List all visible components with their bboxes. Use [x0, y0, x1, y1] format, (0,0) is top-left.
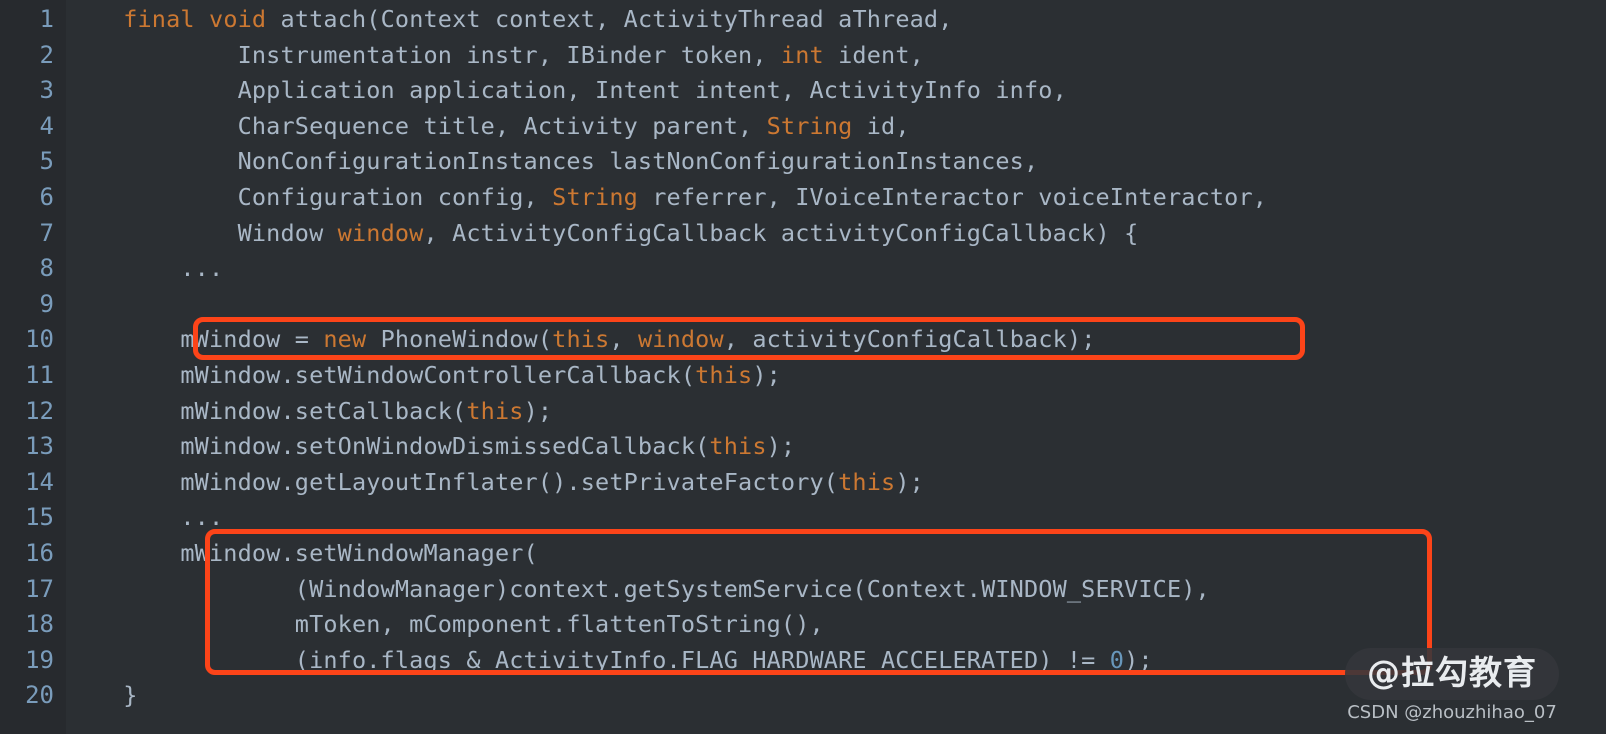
code-token: window: [637, 325, 724, 354]
code-token: CharSequence title, Activity parent,: [66, 111, 767, 140]
code-token: attach(Context context, ActivityThread a…: [266, 5, 953, 33]
code-token: );: [752, 361, 781, 389]
code-token: ...: [66, 254, 224, 283]
watermark-pill: @拉勾教育: [1345, 648, 1559, 700]
code-line: Instrumentation instr, IBinder token, in…: [66, 38, 924, 74]
line-number: 8: [39, 254, 54, 283]
line-number: 18: [25, 610, 54, 639]
code-line: mToken, mComponent.flattenToString(),: [66, 607, 824, 643]
code-token: final: [123, 5, 195, 33]
code-line: Window window, ActivityConfigCallback ac…: [66, 216, 1139, 252]
line-number-gutter: 1 2 3 4 5 6 7 8 9 10 11 12 13 14 15 16 17 18 19 20: [0, 0, 66, 734]
line-number: 2: [39, 40, 54, 69]
watermark: @拉勾教育 CSDN @zhouzhihao_07: [1345, 648, 1559, 725]
code-token: NonConfigurationInstances lastNonConfigu…: [66, 147, 1039, 176]
code-line: Configuration config, String referrer, I…: [66, 180, 1267, 216]
code-line: ...: [66, 500, 223, 536]
watermark-brand: @拉勾教育: [1367, 653, 1537, 692]
line-number: 16: [25, 539, 54, 567]
code-token: new: [323, 325, 367, 354]
line-number: 6: [39, 183, 54, 211]
code-token: this: [466, 396, 524, 425]
code-line: mWindow.setCallback(this);: [66, 394, 552, 430]
line-number: 1: [39, 5, 54, 33]
code-token: String: [552, 183, 638, 211]
code-token: String: [766, 111, 853, 140]
code-line: mWindow = new PhoneWindow(this, window, …: [66, 322, 1096, 358]
code-line: mWindow.getLayoutInflater().setPrivateFa…: [66, 465, 924, 501]
code-token: Application application, Intent intent, …: [66, 76, 1067, 105]
line-number: 3: [39, 76, 54, 105]
code-line: (WindowManager)context.getSystemService(…: [66, 572, 1210, 608]
code-line: mWindow.setOnWindowDismissedCallback(thi…: [66, 429, 795, 465]
code-token: mWindow.setWindowManager(: [66, 539, 538, 567]
line-number: 7: [39, 218, 54, 247]
code-line: mWindow.setWindowManager(: [66, 536, 538, 572]
code-token: }: [66, 681, 138, 710]
code-token: , activityConfigCallback);: [723, 325, 1096, 354]
line-number: 19: [25, 645, 54, 674]
code-token: Instrumentation instr, IBinder token,: [66, 40, 781, 69]
line-number: 4: [39, 111, 54, 140]
code-token: (WindowManager)context.getSystemService(…: [66, 574, 1210, 603]
code-line: CharSequence title, Activity parent, Str…: [66, 109, 910, 145]
code-token: (info.flags & ActivityInfo.FLAG_HARDWARE…: [66, 645, 1110, 674]
watermark-author: CSDN @zhouzhihao_07: [1347, 702, 1557, 723]
code-token: Configuration config,: [66, 183, 553, 211]
code-token: referrer, IVoiceInteractor voiceInteract…: [637, 183, 1268, 211]
code-line: (info.flags & ActivityInfo.FLAG_HARDWARE…: [66, 643, 1153, 679]
code-token: this: [838, 467, 896, 496]
code-token: mWindow =: [66, 325, 324, 354]
code-token: mWindow.setWindowControllerCallback(: [66, 361, 696, 389]
code-content: final void attach(Context context, Activ…: [66, 0, 1606, 734]
code-token: 0: [1109, 645, 1125, 674]
code-token: mWindow.setOnWindowDismissedCallback(: [66, 432, 710, 461]
code-token: this: [709, 432, 767, 461]
line-number: 12: [25, 396, 54, 425]
code-token: , ActivityConfigCallback activityConfigC…: [423, 218, 1139, 247]
code-line: Application application, Intent intent, …: [66, 73, 1067, 109]
line-number: 5: [39, 147, 54, 176]
code-token: PhoneWindow(: [366, 325, 553, 354]
code-token: id,: [852, 111, 910, 140]
code-line: ...: [66, 251, 223, 287]
code-token: );: [523, 396, 553, 425]
line-number: 17: [25, 574, 54, 603]
code-token: Window: [66, 218, 338, 247]
line-number: 20: [25, 681, 54, 710]
code-token: );: [766, 432, 796, 461]
code-token: int: [780, 40, 824, 69]
code-token: ident,: [823, 40, 924, 69]
line-number: 10: [25, 325, 54, 354]
line-number: 14: [25, 467, 54, 496]
code-line: final void attach(Context context, Activ…: [66, 2, 953, 38]
code-token: window: [337, 218, 424, 247]
line-number: 15: [25, 503, 54, 532]
code-token: );: [895, 467, 924, 496]
code-token: mWindow.getLayoutInflater().setPrivateFa…: [66, 467, 839, 496]
code-line: }: [66, 678, 138, 714]
line-number: 9: [39, 289, 54, 318]
code-line: mWindow.setWindowControllerCallback(this…: [66, 358, 781, 394]
line-number: 13: [25, 432, 54, 461]
code-token: mToken, mComponent.flattenToString(),: [66, 610, 824, 639]
code-screenshot: 1 2 3 4 5 6 7 8 9 10 11 12 13 14 15 16 17 18 19 20 final vo…: [0, 0, 1606, 734]
code-token: void: [209, 5, 267, 33]
line-number: 11: [25, 361, 54, 389]
code-line: NonConfigurationInstances lastNonConfigu…: [66, 144, 1039, 180]
code-token: this: [695, 361, 753, 389]
code-token: ,: [609, 325, 638, 354]
code-token: this: [552, 325, 610, 354]
code-token: ...: [66, 503, 224, 532]
code-token: mWindow.setCallback(: [66, 396, 467, 425]
code-token: );: [1124, 645, 1153, 674]
